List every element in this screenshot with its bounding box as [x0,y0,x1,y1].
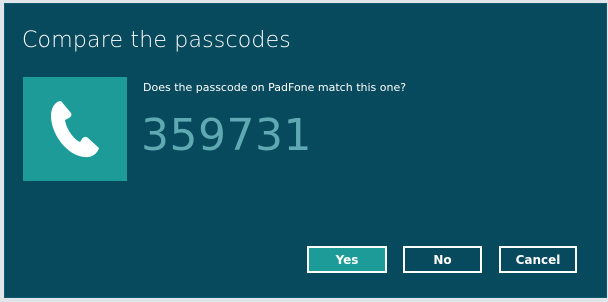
pairing-dialog: Compare the passcodes Does the passcode … [4,3,607,298]
passcode-question: Does the passcode on PadFone match this … [143,81,407,94]
dialog-title: Compare the passcodes [22,28,291,53]
passcode-value: 359731 [141,110,312,161]
cancel-button[interactable]: Cancel [499,246,577,273]
phone-icon [47,98,103,160]
phone-tile [23,77,127,181]
no-button[interactable]: No [403,246,482,273]
yes-button[interactable]: Yes [307,246,387,273]
